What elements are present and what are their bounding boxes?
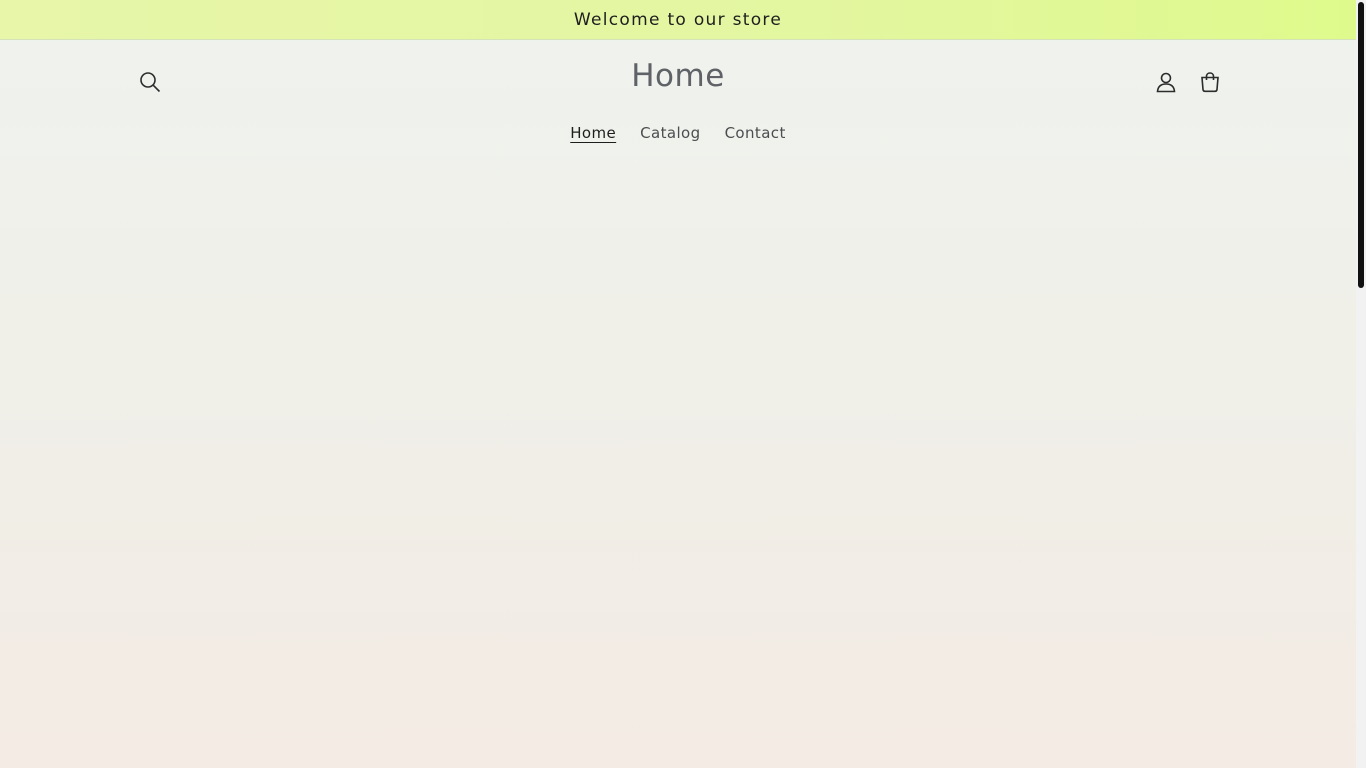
store-title[interactable]: Home bbox=[478, 58, 878, 94]
cart-button[interactable] bbox=[1192, 64, 1228, 100]
account-button[interactable] bbox=[1148, 64, 1184, 100]
announcement-text: Welcome to our store bbox=[573, 9, 783, 30]
search-icon bbox=[140, 72, 161, 93]
announcement-bar: Welcome to our store bbox=[0, 0, 1356, 40]
scrollbar[interactable] bbox=[1356, 0, 1366, 768]
nav-item-catalog[interactable]: Catalog bbox=[640, 124, 700, 142]
cart-icon bbox=[1201, 72, 1219, 93]
nav-item-contact[interactable]: Contact bbox=[725, 124, 786, 142]
page: Welcome to our store Home Home Catalog C… bbox=[0, 0, 1356, 768]
scrollbar-thumb[interactable] bbox=[1358, 2, 1364, 288]
nav-item-home[interactable]: Home bbox=[570, 124, 616, 142]
search-button[interactable] bbox=[132, 64, 168, 100]
main-nav: Home Catalog Contact bbox=[0, 124, 1356, 142]
account-icon bbox=[1156, 72, 1176, 93]
